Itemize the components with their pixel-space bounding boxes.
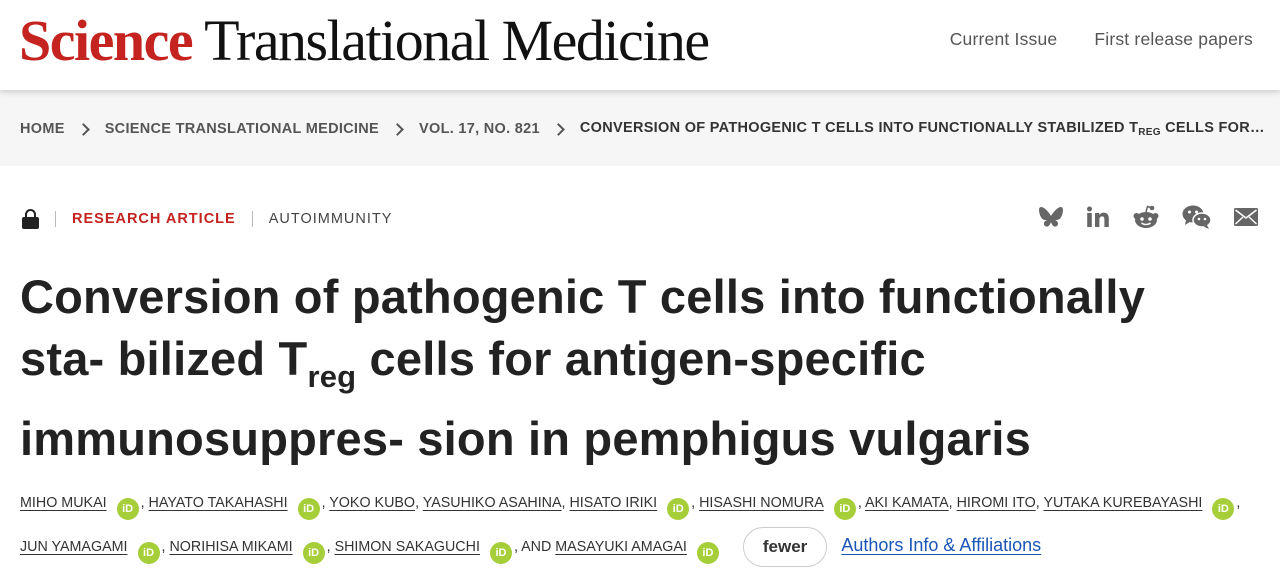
chevron-right-icon bbox=[552, 122, 565, 136]
orcid-icon[interactable]: iD bbox=[833, 498, 856, 520]
article-title-sub: reg bbox=[307, 359, 357, 394]
breadcrumb-current-end: CELLS FOR… bbox=[1160, 120, 1265, 136]
author-link[interactable]: NORIHISA MIKAMI bbox=[169, 539, 292, 555]
author-separator: , bbox=[948, 495, 957, 511]
chevron-right-icon bbox=[76, 122, 90, 136]
author-link[interactable]: HAYATO TAKAHASHI bbox=[149, 495, 288, 511]
author-link[interactable]: AKI KAMATA bbox=[865, 495, 949, 511]
chevron-right-icon bbox=[391, 122, 404, 136]
breadcrumb-journal[interactable]: SCIENCE TRANSLATIONAL MEDICINE bbox=[105, 121, 379, 137]
top-nav: Current Issue First release papers bbox=[950, 29, 1253, 50]
breadcrumb-home[interactable]: HOME bbox=[20, 121, 65, 137]
author-separator: , AND bbox=[513, 539, 556, 555]
lock-icon bbox=[22, 209, 39, 229]
author-link[interactable]: YUTAKA KUREBAYASHI bbox=[1043, 495, 1202, 511]
wechat-icon[interactable] bbox=[1182, 205, 1212, 229]
article-meta: RESEARCH ARTICLE AUTOIMMUNITY bbox=[22, 209, 392, 229]
author-link[interactable]: YASUHIKO ASAHINA bbox=[423, 495, 562, 511]
nav-current-issue[interactable]: Current Issue bbox=[950, 29, 1058, 50]
author-link[interactable]: SHIMON SAKAGUCHI bbox=[335, 539, 480, 555]
orcid-icon[interactable]: iD bbox=[302, 542, 325, 564]
author-separator: , bbox=[1236, 495, 1241, 511]
author-link[interactable]: HISASHI NOMURA bbox=[699, 495, 824, 511]
author-link[interactable]: JUN YAMAGAMI bbox=[20, 539, 128, 555]
site-header: Science Translational Medicine Current Is… bbox=[0, 0, 1280, 90]
article-subject[interactable]: AUTOIMMUNITY bbox=[269, 211, 393, 227]
journal-logo[interactable]: Science Translational Medicine bbox=[19, 6, 710, 76]
author-separator: , bbox=[140, 495, 149, 511]
logo-journal-name: Translational Medicine bbox=[204, 8, 710, 73]
orcid-icon[interactable]: iD bbox=[667, 498, 690, 520]
fewer-authors-button[interactable]: fewer bbox=[742, 527, 828, 568]
author-link[interactable]: YOKO KUBO bbox=[329, 495, 415, 511]
author-link[interactable]: MIHO MUKAI bbox=[20, 495, 107, 511]
reddit-icon[interactable] bbox=[1132, 205, 1160, 229]
linkedin-icon[interactable] bbox=[1086, 206, 1110, 228]
breadcrumb-current-text: CONVERSION OF PATHOGENIC T CELLS INTO FU… bbox=[579, 120, 1139, 136]
author-link[interactable]: HISATO IRIKI bbox=[569, 495, 657, 511]
breadcrumb-issue[interactable]: VOL. 17, NO. 821 bbox=[419, 121, 540, 137]
divider bbox=[55, 211, 56, 227]
orcid-icon[interactable]: iD bbox=[696, 542, 719, 564]
email-icon[interactable] bbox=[1234, 208, 1258, 226]
authors-affiliations-link[interactable]: Authors Info & Affiliations bbox=[841, 535, 1041, 555]
author-separator: , bbox=[857, 495, 865, 511]
bluesky-icon[interactable] bbox=[1038, 206, 1064, 228]
orcid-icon[interactable]: iD bbox=[297, 498, 320, 520]
breadcrumb-current-sub: REG bbox=[1138, 127, 1161, 138]
breadcrumb-band: HOME SCIENCE TRANSLATIONAL MEDICINE VOL.… bbox=[0, 90, 1280, 166]
author-separator: , bbox=[415, 495, 423, 511]
article-type: RESEARCH ARTICLE bbox=[72, 211, 236, 227]
author-list: MIHO MUKAI iD, HAYATO TAKAHASHI iD, YOKO K… bbox=[20, 482, 1265, 568]
orcid-icon[interactable]: iD bbox=[1212, 498, 1235, 520]
author-separator: , bbox=[691, 495, 700, 511]
orcid-icon[interactable]: iD bbox=[137, 542, 160, 564]
author-link[interactable]: MASAYUKI AMAGAI bbox=[555, 539, 687, 555]
article-title: Conversion of pathogenic T cells into fu… bbox=[20, 266, 1240, 470]
nav-first-release-papers[interactable]: First release papers bbox=[1094, 29, 1253, 50]
author-separator: , bbox=[326, 539, 335, 555]
breadcrumb: HOME SCIENCE TRANSLATIONAL MEDICINE VOL.… bbox=[20, 120, 1265, 138]
author-link[interactable]: HIROMI ITO bbox=[957, 495, 1036, 511]
logo-science: Science bbox=[19, 8, 194, 73]
breadcrumb-current: CONVERSION OF PATHOGENIC T CELLS INTO FU… bbox=[580, 120, 1265, 138]
share-bar bbox=[1038, 205, 1258, 229]
divider bbox=[251, 211, 253, 227]
orcid-icon[interactable]: iD bbox=[116, 498, 139, 520]
orcid-icon[interactable]: iD bbox=[489, 542, 512, 564]
